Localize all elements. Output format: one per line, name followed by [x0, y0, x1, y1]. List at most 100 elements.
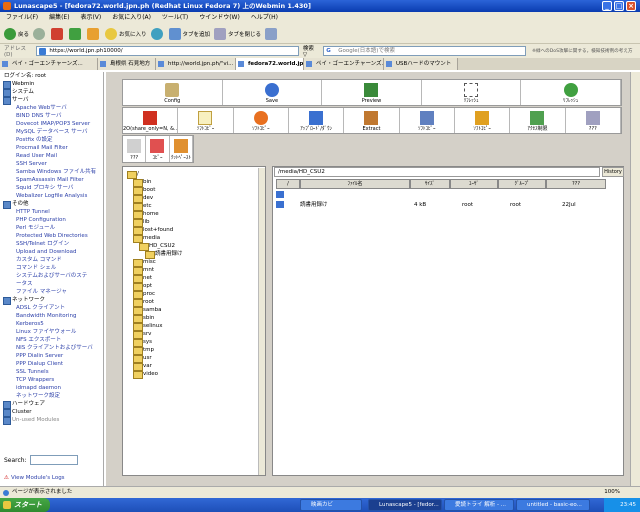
sidebar-module-link[interactable]: Samba Windows ファイル共有: [0, 168, 103, 176]
folder-icon[interactable]: [276, 191, 284, 198]
tree-folder[interactable]: proc: [133, 290, 155, 299]
tab-0[interactable]: ペイ・ゴーエンチャーンズ...: [0, 58, 98, 70]
sidebar-category[interactable]: サーバ: [0, 96, 103, 105]
sidebar-module-link[interactable]: Bandwidth Monitoring: [0, 312, 103, 320]
favorites-button[interactable]: お気に入り: [105, 27, 147, 40]
minimize-button[interactable]: _: [602, 1, 612, 11]
zoom-level[interactable]: 100%: [604, 487, 620, 498]
sidebar-module-link[interactable]: Linux ファイヤウォール: [0, 328, 103, 336]
task-3[interactable]: untitled - basic-eo...: [516, 499, 590, 511]
sidebar-module-link[interactable]: NFS エクスポート: [0, 336, 103, 344]
sidebar-module-link[interactable]: Webalizer Logfile Analysis: [0, 192, 103, 200]
sidebar-module-link[interactable]: ネットワーク設定: [0, 392, 103, 400]
back-button[interactable]: 戻る: [4, 27, 29, 40]
search-dropdown[interactable]: 検索 ▽: [303, 44, 319, 58]
tree-folder[interactable]: sbin: [133, 314, 154, 323]
menu-view[interactable]: 表示(V): [80, 14, 101, 21]
col-size[interactable]: ｻｲｽﾞ: [410, 179, 450, 189]
new-file-button[interactable]: ｿﾌﾄｺﾋﾟｰ: [178, 108, 234, 133]
tree-folder[interactable]: 読書用録け: [145, 250, 183, 259]
reload-button[interactable]: [69, 27, 83, 40]
browser-button[interactable]: ｿﾌﾄｺﾋﾟｰ: [234, 108, 289, 133]
tree-folder[interactable]: root: [133, 298, 154, 307]
task-2[interactable]: 愛読トライ 解析 - ...: [444, 499, 514, 511]
paste-button[interactable]: ｸｯﾄﾍﾟｰｽﾄ: [170, 136, 193, 162]
menu-edit[interactable]: 編集(E): [49, 14, 69, 21]
view-modules-logs-link[interactable]: View Module's Logs: [4, 474, 65, 482]
sidebar-module-link[interactable]: SSH/Telnet ログイン: [0, 240, 103, 248]
menu-window[interactable]: ウインドウ(W): [199, 14, 240, 21]
maximize-button[interactable]: □: [614, 1, 624, 11]
sidebar-search-input[interactable]: [30, 455, 78, 465]
sidebar-module-link[interactable]: SSH Server: [0, 160, 103, 168]
save-button[interactable]: Save: [223, 80, 323, 105]
close-button[interactable]: ×: [626, 1, 636, 11]
task-0[interactable]: 映画カビ: [300, 499, 362, 511]
tree-folder[interactable]: misc: [133, 258, 156, 267]
rename-button[interactable]: ｿﾌﾄｺﾋﾟｰ: [455, 108, 511, 133]
sidebar-module-link[interactable]: ADSL クライアント: [0, 304, 103, 312]
tree-folder[interactable]: samba: [133, 306, 161, 315]
sidebar-module-link[interactable]: Upload and Download: [0, 248, 103, 256]
sidebar-module-link[interactable]: PHP Configuration: [0, 216, 103, 224]
copy-button[interactable]: ｺﾋﾟｰ: [146, 136, 170, 162]
col-date[interactable]: ???: [546, 179, 606, 189]
delete-button[interactable]: 2O(share_only=N, &...: [123, 108, 179, 133]
path-field[interactable]: /media/HD_CSU2: [274, 167, 600, 177]
tree-folder[interactable]: HD_CSU2: [139, 242, 175, 251]
refresh-button[interactable]: ﾘﾌﾚｯｼｭ: [422, 80, 522, 105]
tree-folder[interactable]: var: [133, 362, 152, 371]
start-button[interactable]: スタート: [0, 498, 50, 512]
sidebar-module-link[interactable]: MySQL データベース サーバ: [0, 128, 103, 136]
tree-scrollbar[interactable]: [258, 168, 265, 475]
tree-folder[interactable]: sys: [133, 338, 152, 347]
tree-folder[interactable]: net: [133, 274, 152, 283]
view-button[interactable]: [265, 27, 279, 40]
sidebar-module-link[interactable]: SpamAssassin Mail Filter: [0, 176, 103, 184]
sidebar-category[interactable]: ネットワーク: [0, 296, 103, 305]
sidebar-module-link[interactable]: コマンド シェル: [0, 264, 103, 272]
preview-button[interactable]: Preview: [322, 80, 422, 105]
sidebar-module-link[interactable]: Squid プロキシ サーバ: [0, 184, 103, 192]
sidebar-module-link[interactable]: TCP Wrappers: [0, 376, 103, 384]
menu-help[interactable]: ヘルプ(H): [251, 14, 278, 21]
sidebar-module-link[interactable]: HTTP Tunnel: [0, 208, 103, 216]
history-button[interactable]: History: [602, 167, 624, 177]
col-user[interactable]: ﾕｰｻﾞ: [450, 179, 498, 189]
sidebar-module-link[interactable]: ータス: [0, 280, 103, 288]
tree-folder[interactable]: lib: [133, 218, 150, 227]
sidebar-category[interactable]: Cluster: [0, 408, 103, 417]
sidebar-module-link[interactable]: カスタム コマンド: [0, 256, 103, 264]
tree-folder[interactable]: usr: [133, 354, 152, 363]
tab-4[interactable]: ペイ・ゴーエンチャーンズ...: [304, 58, 384, 70]
reload-tree-button[interactable]: ﾘﾌﾚｯｼｭ: [521, 80, 621, 105]
sidebar-module-link[interactable]: ファイル マネージャ: [0, 288, 103, 296]
tree-folder[interactable]: video: [133, 370, 158, 379]
url-field[interactable]: https://world.jpn.ph10000/: [36, 46, 299, 56]
close-tab-button[interactable]: タブを閉じる: [214, 27, 261, 40]
menu-tools[interactable]: ツール(T): [162, 14, 188, 21]
file-name[interactable]: 読書用録け: [300, 201, 328, 209]
upload-button[interactable]: ｱｯﾌﾟﾛｰﾄﾞ/ﾀﾞｳﾝ: [289, 108, 345, 133]
history-button[interactable]: [150, 27, 165, 40]
tab-2[interactable]: http://world.jpn.ph/"vi...: [156, 58, 236, 70]
sidebar-module-link[interactable]: Procmail Mail Filter: [0, 144, 103, 152]
tree-folder[interactable]: bin: [133, 178, 152, 187]
sidebar-module-link[interactable]: Read User Mail: [0, 152, 103, 160]
tree-folder[interactable]: etc: [133, 202, 152, 211]
tree-folder[interactable]: media: [133, 234, 160, 243]
sidebar-module-link[interactable]: BIND DNS サーバ: [0, 112, 103, 120]
sidebar-module-link[interactable]: システムおよびサーバのステ: [0, 272, 103, 280]
acl-button[interactable]: ｱｸｾｽ制限: [510, 108, 566, 133]
misc-button[interactable]: ???: [123, 136, 147, 162]
col-group[interactable]: ｸﾞﾙｰﾌﾟ: [498, 179, 546, 189]
search-field[interactable]: Google(日本語)で検索: [323, 46, 527, 56]
sidebar-category[interactable]: ハードウェア: [0, 400, 103, 409]
tree-folder[interactable]: boot: [133, 186, 155, 195]
sidebar-module-link[interactable]: idmapd daemon: [0, 384, 103, 392]
extract-button[interactable]: Extract: [344, 108, 400, 133]
search-file-button[interactable]: ｿﾌﾄｺﾋﾟｰ: [400, 108, 455, 133]
sidebar-module-link[interactable]: Protected Web Directories: [0, 232, 103, 240]
tree-folder[interactable]: mnt: [133, 266, 154, 275]
menu-favorites[interactable]: お気に入り(A): [112, 14, 151, 21]
